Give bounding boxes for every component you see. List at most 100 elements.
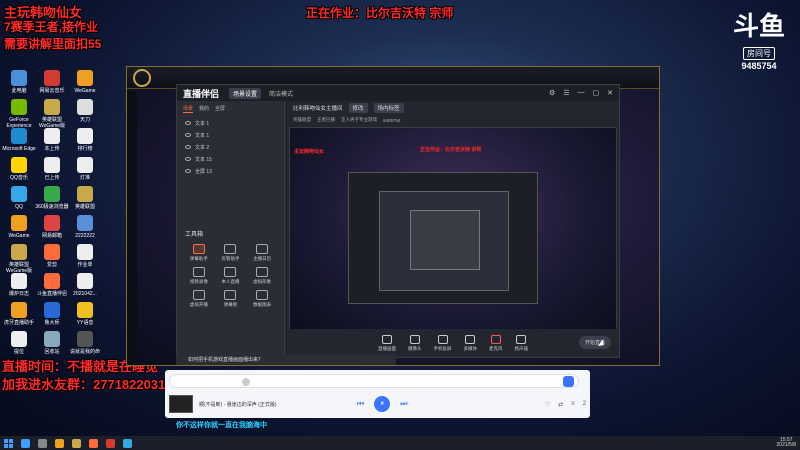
tool-item[interactable]: 房管助手 <box>215 244 247 262</box>
tool-item[interactable]: 虚拟形象 <box>246 267 278 285</box>
desktop-icon[interactable]: 天刀 <box>68 99 102 123</box>
tool-item[interactable]: 虚拟开播 <box>183 290 215 308</box>
desktop-icon[interactable]: 作业单 <box>68 244 102 268</box>
desktop-icon[interactable]: 网易云音乐 <box>35 70 69 94</box>
bottom-toolbar-button[interactable]: 手机投屏 <box>434 334 452 352</box>
eye-icon[interactable] <box>185 169 191 173</box>
eye-icon[interactable] <box>185 121 191 125</box>
desktop-icon[interactable]: 斗鱼直播伴侣 <box>35 273 69 297</box>
desktop-icon[interactable]: YY语音 <box>68 302 102 326</box>
taskbar-app-icon[interactable] <box>38 438 47 448</box>
previous-icon[interactable]: ⏮ <box>357 399 364 409</box>
clock[interactable]: 15:57 2021/5/8 <box>777 438 796 448</box>
desktop-icon-label: 2021042... <box>73 291 97 297</box>
desktop-icon[interactable]: WeGame <box>68 70 102 94</box>
scene-tab-fullscreen[interactable]: 全屏 <box>215 105 225 113</box>
music-extra-controls: ♡ ⇄ ≡ 2 <box>545 401 586 408</box>
desktop-icon[interactable]: 灯准 <box>68 157 102 181</box>
playlist-icon[interactable]: ≡ <box>571 401 575 408</box>
desktop-icon[interactable]: 英雄联盟 <box>68 186 102 210</box>
game-logo-icon <box>133 69 151 87</box>
bottom-toolbar-button[interactable]: 麦克风 <box>489 334 503 352</box>
desktop-icon[interactable]: 2222222 <box>68 215 102 239</box>
source-row[interactable]: 文本 15 <box>177 153 284 165</box>
desktop-icon[interactable]: 回收站 <box>35 331 69 355</box>
shuffle-icon[interactable]: ⇄ <box>558 401 563 408</box>
desktop-icon[interactable]: WeGame <box>2 215 36 239</box>
scene-tab-mine[interactable]: 我的 <box>199 105 209 113</box>
notice-bar[interactable]: 如何把手机游戏直播画面播出来？ <box>176 354 396 365</box>
minimize-icon[interactable]: — <box>578 89 585 97</box>
tool-item[interactable]: 主播日历 <box>246 244 278 262</box>
music-search-bar[interactable] <box>169 374 579 388</box>
desktop-icon[interactable]: 此电脑 <box>2 70 36 94</box>
music-app-icon[interactable] <box>563 376 574 387</box>
windows-start-icon[interactable] <box>4 438 13 448</box>
bottom-toolbar-button[interactable]: 扬声器 <box>515 334 528 352</box>
desktop-icon[interactable]: QQ <box>2 186 36 210</box>
source-row[interactable]: 文本 1 <box>177 129 284 141</box>
desktop-icon[interactable]: 已上传 <box>35 157 69 181</box>
taskbar-app-icon[interactable] <box>106 438 115 448</box>
room-title: 比利韩吻仙女主播间 <box>293 106 343 112</box>
start-live-button[interactable]: 开始直播 <box>578 336 611 349</box>
nested-preview-inner <box>379 191 509 291</box>
settings-icon[interactable]: ⚙ <box>549 89 555 97</box>
tool-item[interactable]: 本人直播 <box>215 267 247 285</box>
desktop-icon[interactable]: 2021042... <box>68 273 102 297</box>
desktop-icon-label: 英雄联盟 <box>74 204 95 210</box>
desktop-icon[interactable]: Microsoft Edge <box>2 128 36 152</box>
menu-icon[interactable]: ☰ <box>563 89 569 97</box>
eye-icon[interactable] <box>185 145 191 149</box>
desktop-icon[interactable]: QQ音乐 <box>2 157 36 181</box>
desktop-icon[interactable]: 英雄联盟 WeGame版 <box>35 99 69 129</box>
desktop-icon[interactable]: 提位 <box>2 331 36 355</box>
desktop-icon[interactable]: 排行榜 <box>68 128 102 152</box>
bottom-toolbar-button[interactable]: 摄像头 <box>408 334 422 352</box>
taskbar-app-icon[interactable] <box>21 438 30 448</box>
bottom-toolbar-button[interactable]: 多媒体 <box>464 334 477 352</box>
desktop-icon[interactable]: 爆炉日志 <box>2 273 36 297</box>
scene-tab-scene[interactable]: 场景 <box>183 105 194 113</box>
source-row[interactable]: 文本 1 <box>177 117 284 129</box>
desktop-icon[interactable]: 说就是我的命 <box>68 331 102 355</box>
next-icon[interactable]: ⏭ <box>400 399 407 409</box>
album-cover[interactable] <box>169 395 193 413</box>
tool-item[interactable]: 弹幕姬 <box>215 290 247 308</box>
desktop-icon[interactable]: 英雄联盟 WeGame版 <box>2 244 36 274</box>
desktop-icon[interactable]: 网易邮箱 <box>35 215 69 239</box>
stream-preview[interactable]: 正在作业：比尔吉沃特 宗师 主玩韩吻仙女 <box>289 127 617 339</box>
pause-button[interactable]: ⏸ <box>374 396 391 412</box>
room-category-button[interactable]: 场内标签 <box>373 103 404 113</box>
desktop-icon[interactable]: GeForce Experience <box>2 99 36 129</box>
nested-preview-inner2 <box>410 210 480 270</box>
desktop-icon[interactable]: 360极速浏览器 <box>35 186 69 210</box>
tool-item[interactable]: 弹幕助手 <box>183 244 215 262</box>
desktop-icon[interactable]: 爱剪 <box>35 244 69 268</box>
desktop-icon[interactable]: 虎牙直播助手 <box>2 302 36 326</box>
like-icon[interactable]: ♡ <box>545 401 550 408</box>
tab-simple-mode[interactable]: 简洁模式 <box>265 88 297 99</box>
tool-label: 虚拟形象 <box>253 279 272 284</box>
tool-item[interactable]: 数据图表 <box>246 290 278 308</box>
maximize-icon[interactable]: ▢ <box>593 89 600 97</box>
taskbar-app-icon[interactable] <box>72 438 81 448</box>
close-icon[interactable]: ✕ <box>607 89 613 97</box>
app-icon <box>77 99 93 115</box>
tool-item[interactable]: 视频录像 <box>183 267 215 285</box>
taskbar-app-icon[interactable] <box>55 438 64 448</box>
toolbar-label: 摄像头 <box>408 345 422 351</box>
edit-room-button[interactable]: 修改 <box>348 103 368 113</box>
source-row[interactable]: 全屏 13 <box>177 165 284 177</box>
song-title[interactable]: 顺(不是断) - 悬崖边的深声 (正式版) <box>199 401 309 408</box>
desktop-icon-label: 回收站 <box>44 349 60 355</box>
bottom-toolbar-button[interactable]: 直播画面 <box>378 334 396 352</box>
eye-icon[interactable] <box>185 133 191 137</box>
taskbar-app-icon[interactable] <box>123 438 132 448</box>
eye-icon[interactable] <box>185 157 191 161</box>
desktop-icon[interactable]: 鲁大师 <box>35 302 69 326</box>
desktop-icon[interactable]: 本上传 <box>35 128 69 152</box>
tab-scene-settings[interactable]: 场景设置 <box>229 87 262 99</box>
taskbar-app-icon[interactable] <box>89 438 98 448</box>
source-row[interactable]: 文本 2 <box>177 141 284 153</box>
